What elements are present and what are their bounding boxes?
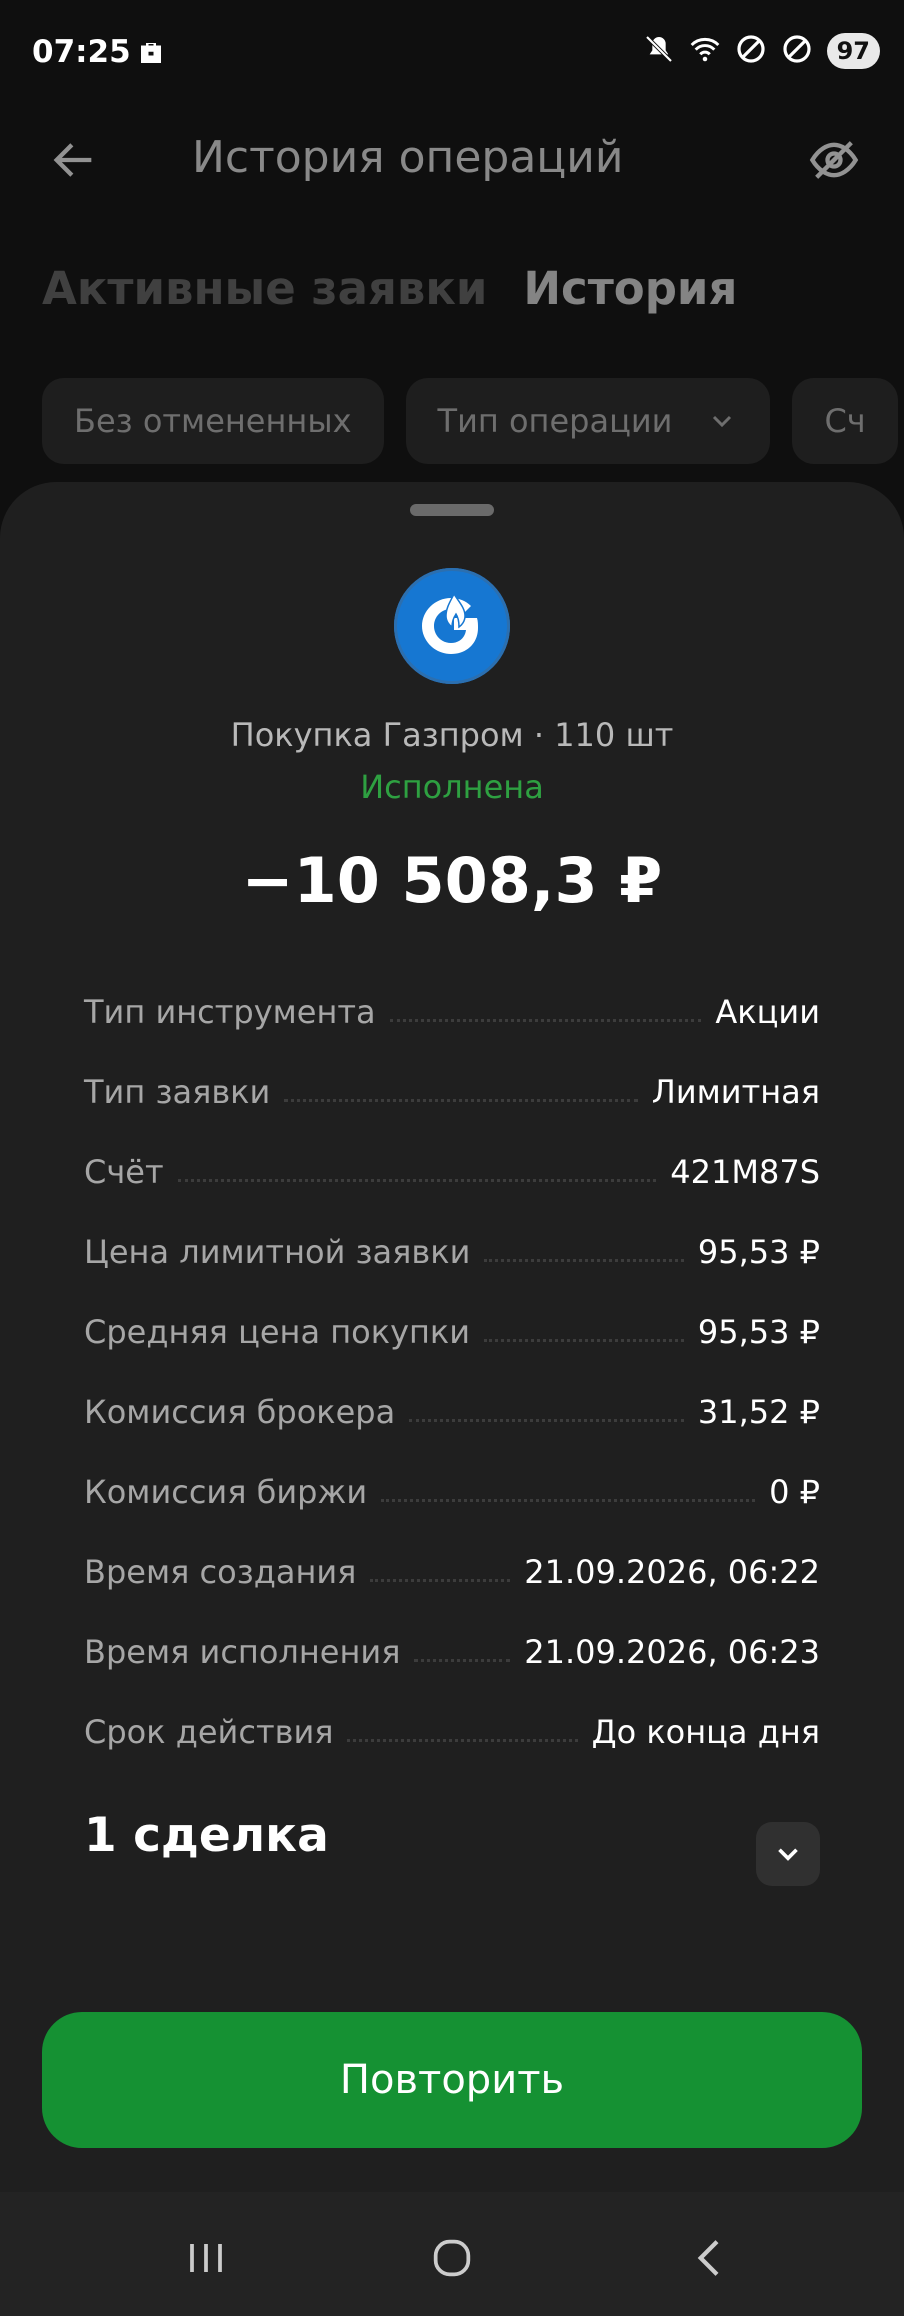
status-time: 07:25: [32, 34, 131, 70]
detail-value: Акции: [715, 993, 820, 1031]
arrow-left-icon[interactable]: [48, 134, 100, 186]
gazprom-logo: [394, 568, 510, 684]
detail-value: 31,52 ₽: [697, 1393, 820, 1431]
detail-label: Срок действия: [84, 1713, 334, 1751]
detail-value: Лимитная: [651, 1073, 820, 1111]
filter-label: Тип операции: [437, 402, 673, 440]
detail-row: Время исполнения 21.09.2026, 06:23: [84, 1612, 820, 1692]
repeat-button[interactable]: Повторить: [42, 2012, 862, 2148]
filter-label: Сч: [824, 402, 866, 440]
operation-details-sheet: Покупка Газпром · 110 шт Исполнена −10 5…: [0, 482, 904, 2192]
status-bar: 07:25 97: [0, 0, 904, 104]
page-title: История операций: [192, 132, 624, 183]
block-icon: [781, 33, 813, 69]
app-bar: История операций: [0, 104, 904, 214]
detail-row: Средняя цена покупки 95,53 ₽: [84, 1292, 820, 1372]
detail-label: Комиссия брокера: [84, 1393, 396, 1431]
back-nav-icon[interactable]: [682, 2230, 738, 2286]
detail-label: Счёт: [84, 1153, 164, 1191]
operation-title: Покупка Газпром · 110 шт: [230, 716, 674, 754]
status-badge: Исполнена: [360, 768, 544, 806]
dotted-leader: [484, 1258, 684, 1262]
filter-operation-type[interactable]: Тип операции: [405, 378, 771, 464]
filter-chips: Без отмененных Тип операции Сч: [42, 378, 898, 464]
detail-label: Тип инструмента: [84, 993, 376, 1031]
wifi-icon: [689, 33, 721, 69]
tab-bar: Активные заявки История: [42, 262, 737, 315]
detail-label: Время исполнения: [84, 1633, 401, 1671]
detail-value: 95,53 ₽: [697, 1233, 820, 1271]
detail-value: 95,53 ₽: [697, 1313, 820, 1351]
deals-expand-button[interactable]: [756, 1822, 820, 1886]
chevron-down-icon: [713, 415, 732, 428]
detail-row: Комиссия брокера 31,52 ₽: [84, 1372, 820, 1452]
detail-value: 421M87S: [670, 1153, 820, 1191]
eye-off-icon[interactable]: [808, 134, 860, 186]
detail-label: Цена лимитной заявки: [84, 1233, 471, 1271]
dotted-leader: [370, 1578, 511, 1582]
battery-indicator: 97: [826, 33, 880, 69]
detail-value: 0 ₽: [769, 1473, 820, 1511]
detail-value: 21.09.2026, 06:23: [524, 1633, 820, 1671]
detail-row: Счёт 421M87S: [84, 1132, 820, 1212]
mute-icon: [643, 33, 675, 69]
tab-history[interactable]: История: [523, 262, 737, 315]
system-nav-bar: [0, 2192, 904, 2316]
detail-row: Цена лимитной заявки 95,53 ₽: [84, 1212, 820, 1292]
dotted-leader: [381, 1498, 756, 1502]
dotted-leader: [389, 1018, 702, 1022]
dotted-leader: [347, 1738, 578, 1742]
details-list: Тип инструмента Акции Тип заявки Лимитная …: [84, 972, 820, 1772]
detail-label: Время создания: [84, 1553, 357, 1591]
sheet-drag-handle[interactable]: [410, 504, 494, 516]
tab-active-orders[interactable]: Активные заявки: [42, 262, 487, 315]
filter-without-cancelled[interactable]: Без отмененных: [42, 378, 384, 464]
operation-amount: −10 508,3 ₽: [241, 844, 663, 917]
detail-label: Тип заявки: [84, 1073, 271, 1111]
detail-label: Средняя цена покупки: [84, 1313, 471, 1351]
dotted-leader: [484, 1338, 684, 1342]
detail-value: 21.09.2026, 06:22: [524, 1553, 820, 1591]
detail-row: Срок действия До конца дня: [84, 1692, 820, 1772]
dotted-leader: [414, 1658, 511, 1662]
dotted-leader: [409, 1418, 684, 1422]
detail-row: Время создания 21.09.2026, 06:22: [84, 1532, 820, 1612]
block-icon: [735, 33, 767, 69]
detail-value: До конца дня: [591, 1713, 820, 1751]
filter-account[interactable]: Сч: [792, 378, 898, 464]
home-icon[interactable]: [424, 2230, 480, 2286]
detail-row: Тип заявки Лимитная: [84, 1052, 820, 1132]
dotted-leader: [284, 1098, 638, 1102]
deals-count[interactable]: 1 сделка: [84, 1808, 329, 1863]
detail-row: Комиссия биржи 0 ₽: [84, 1452, 820, 1532]
filter-label: Без отмененных: [74, 402, 352, 440]
briefcase-icon: [136, 38, 166, 68]
detail-row: Тип инструмента Акции: [84, 972, 820, 1052]
dotted-leader: [177, 1178, 657, 1182]
recent-apps-icon[interactable]: [178, 2230, 234, 2286]
chevron-down-icon: [778, 1848, 798, 1861]
detail-label: Комиссия биржи: [84, 1473, 368, 1511]
